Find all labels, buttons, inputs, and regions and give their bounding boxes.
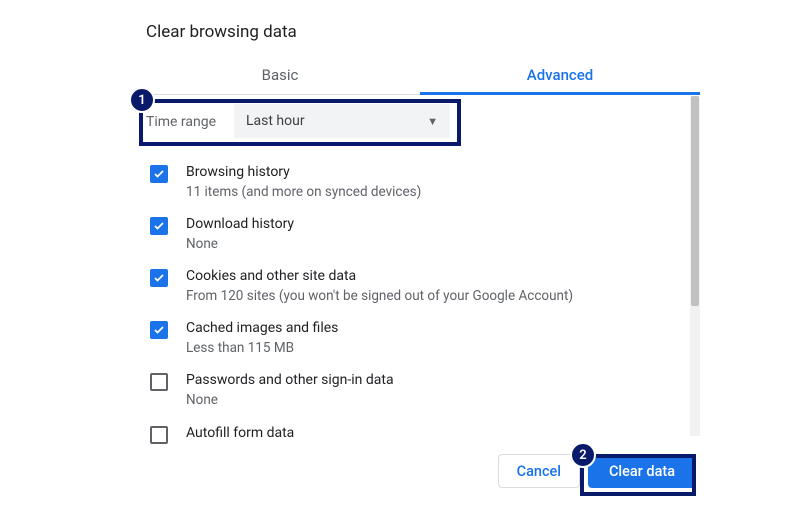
option-texts: Passwords and other sign-in dataNone [186,371,394,409]
option-subtitle: None [186,235,294,253]
cancel-button[interactable]: Cancel [498,454,580,488]
tab-bar: Basic Advanced [140,58,700,95]
time-range-select[interactable]: Last hour ▼ [234,104,450,138]
option-row: Cookies and other site dataFrom 120 site… [140,260,680,312]
option-title: Autofill form data [186,424,294,443]
option-title: Passwords and other sign-in data [186,371,394,390]
option-title: Browsing history [186,163,421,182]
option-title: Cached images and files [186,319,338,338]
option-checkbox[interactable] [150,217,168,235]
option-subtitle: From 120 sites (you won't be signed out … [186,287,573,305]
option-subtitle: Less than 115 MB [186,339,338,357]
option-checkbox[interactable] [150,426,168,444]
time-range-label: Time range [146,114,216,130]
tab-advanced[interactable]: Advanced [420,58,700,94]
option-title: Download history [186,215,294,234]
option-texts: Cached images and filesLess than 115 MB [186,319,338,357]
option-row: Download historyNone [140,208,680,260]
dialog-footer: Cancel Clear data [140,450,700,492]
option-texts: Browsing history11 items (and more on sy… [186,163,421,201]
option-title: Cookies and other site data [186,267,573,286]
option-texts: Download historyNone [186,215,294,253]
option-subtitle: 11 items (and more on synced devices) [186,183,421,201]
option-row: Cached images and filesLess than 115 MB [140,312,680,364]
option-texts: Autofill form data [186,424,294,443]
time-range-value: Last hour [246,113,305,129]
option-checkbox[interactable] [150,165,168,183]
scrollbar-thumb[interactable] [691,96,699,306]
option-row: Passwords and other sign-in dataNone [140,364,680,416]
option-checkbox[interactable] [150,373,168,391]
options-scroll-area: Time range Last hour ▼ Browsing history1… [140,96,700,436]
scrollbar-track[interactable] [690,96,700,436]
chevron-down-icon: ▼ [427,115,438,128]
option-texts: Cookies and other site dataFrom 120 site… [186,267,573,305]
option-row: Browsing history11 items (and more on sy… [140,156,680,208]
option-subtitle: None [186,391,394,409]
clear-data-button[interactable]: Clear data [588,454,696,488]
option-checkbox[interactable] [150,321,168,339]
clear-browsing-data-dialog: Clear browsing data Basic Advanced Time … [0,0,800,512]
options-list: Browsing history11 items (and more on sy… [140,156,680,451]
dialog-title: Clear browsing data [146,22,297,42]
option-checkbox[interactable] [150,269,168,287]
tab-basic[interactable]: Basic [140,58,420,94]
option-row: Autofill form data [140,417,680,451]
time-range-row: Time range Last hour ▼ [140,96,460,148]
